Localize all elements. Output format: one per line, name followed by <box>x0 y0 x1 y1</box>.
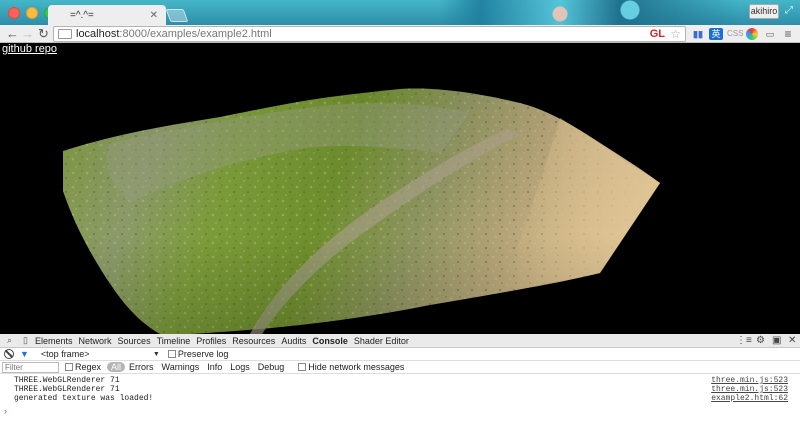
level-all[interactable]: All <box>107 362 126 372</box>
webgl-terrain-canvas[interactable] <box>0 43 800 334</box>
hide-network-label: Hide network messages <box>308 362 405 372</box>
console-filter-input[interactable] <box>2 361 59 373</box>
tab-profiles[interactable]: Profiles <box>193 334 229 348</box>
tab-resources[interactable]: Resources <box>229 334 278 348</box>
extension-translate-icon[interactable]: 英 <box>709 28 723 40</box>
dock-side-icon[interactable]: ▣ <box>772 334 781 348</box>
extension-color-icon[interactable] <box>746 28 758 40</box>
tab-title: =^.^= <box>70 9 94 21</box>
close-window-button[interactable] <box>8 7 20 19</box>
level-logs[interactable]: Logs <box>226 362 254 372</box>
log-text: generated texture was loaded! <box>14 394 154 403</box>
url-host: localhost <box>76 28 120 40</box>
devtools-panel: ⌕ ▯ Elements Network Sources Timeline Pr… <box>0 334 800 435</box>
url-path: :8000/examples/example2.html <box>119 28 272 40</box>
profile-button[interactable]: akihiro <box>749 4 779 19</box>
page-icon <box>58 29 72 39</box>
settings-gear-icon[interactable]: ⚙ <box>756 334 765 348</box>
terrain-shading <box>63 88 660 334</box>
console-filter-bar: Regex All Errors Warnings Info Logs Debu… <box>0 361 800 374</box>
level-info[interactable]: Info <box>203 362 226 372</box>
window-title-bar: =^.^= ✕ akihiro ⤢ <box>0 0 800 25</box>
drawer-toggle-icon[interactable]: ⋮≡ <box>736 334 752 348</box>
console-toolbar: ▼ <top frame> ▼ Preserve log <box>0 348 800 361</box>
tab-close-icon[interactable]: ✕ <box>150 10 158 21</box>
checkbox-box[interactable] <box>298 363 307 371</box>
back-icon[interactable]: ← <box>6 26 19 42</box>
tab-audits[interactable]: Audits <box>278 334 309 348</box>
checkbox-box[interactable] <box>167 350 176 358</box>
close-devtools-icon[interactable]: ✕ <box>788 334 796 348</box>
log-text: THREE.WebGLRenderer 71 <box>14 376 120 385</box>
console-message: generated texture was loaded! example2.h… <box>0 394 800 403</box>
checkbox-box[interactable] <box>65 363 73 371</box>
page-viewport: github repo <box>0 43 800 334</box>
tab-sources[interactable]: Sources <box>115 334 154 348</box>
clear-console-icon[interactable] <box>4 349 14 359</box>
log-source-link[interactable]: three.min.js:523 <box>711 376 788 385</box>
forward-icon[interactable]: → <box>21 26 34 42</box>
extension-bar-icon[interactable]: ▮▮ <box>692 28 704 40</box>
address-bar[interactable]: localhost:8000/examples/example2.html GL… <box>53 26 686 42</box>
bookmark-star-icon[interactable]: ☆ <box>670 27 681 41</box>
new-tab-button[interactable] <box>165 9 189 22</box>
filter-funnel-icon[interactable]: ▼ <box>20 349 29 359</box>
level-debug[interactable]: Debug <box>254 362 289 372</box>
devtools-tab-bar: ⌕ ▯ Elements Network Sources Timeline Pr… <box>0 334 800 348</box>
console-prompt[interactable]: › <box>4 406 7 416</box>
tab-shader-editor[interactable]: Shader Editor <box>351 334 412 348</box>
level-errors[interactable]: Errors <box>125 362 158 372</box>
regex-label: Regex <box>75 362 102 372</box>
browser-toolbar: ← → ↻ localhost:8000/examples/example2.h… <box>0 25 800 43</box>
level-warnings[interactable]: Warnings <box>158 362 204 372</box>
fullscreen-icon[interactable]: ⤢ <box>785 5 793 16</box>
menu-icon[interactable]: ≡ <box>782 28 794 40</box>
tab-timeline[interactable]: Timeline <box>154 334 194 348</box>
extension-window-icon[interactable]: ▭ <box>764 28 776 40</box>
log-source-link[interactable]: example2.html:62 <box>711 394 788 403</box>
webgl-extension-icon[interactable]: GL <box>650 28 665 40</box>
regex-checkbox[interactable]: Regex <box>65 362 101 372</box>
inspect-icon[interactable]: ⌕ <box>3 335 16 346</box>
tab-elements[interactable]: Elements <box>32 334 76 348</box>
preserve-log-checkbox[interactable]: Preserve log <box>167 349 229 359</box>
browser-tab[interactable]: =^.^= ✕ <box>48 5 166 25</box>
console-message: THREE.WebGLRenderer 71 three.min.js:523 <box>0 376 800 385</box>
preserve-log-label: Preserve log <box>177 349 229 359</box>
browser-theme-art <box>200 0 740 25</box>
minimize-window-button[interactable] <box>26 7 38 19</box>
extension-css-icon[interactable]: CSS <box>727 28 743 40</box>
log-text: THREE.WebGLRenderer 71 <box>14 385 120 394</box>
tab-console[interactable]: Console <box>309 334 351 348</box>
frame-selector[interactable]: <top frame> <box>41 349 153 359</box>
console-message: THREE.WebGLRenderer 71 three.min.js:523 <box>0 385 800 394</box>
console-messages: THREE.WebGLRenderer 71 three.min.js:523 … <box>0 374 800 403</box>
device-mode-icon[interactable]: ▯ <box>19 335 32 346</box>
hide-network-checkbox[interactable]: Hide network messages <box>298 362 404 372</box>
github-repo-link[interactable]: github repo <box>2 43 57 55</box>
reload-icon[interactable]: ↻ <box>38 26 49 42</box>
log-source-link[interactable]: three.min.js:523 <box>711 385 788 394</box>
chevron-down-icon[interactable]: ▼ <box>153 351 160 358</box>
tab-network[interactable]: Network <box>76 334 115 348</box>
